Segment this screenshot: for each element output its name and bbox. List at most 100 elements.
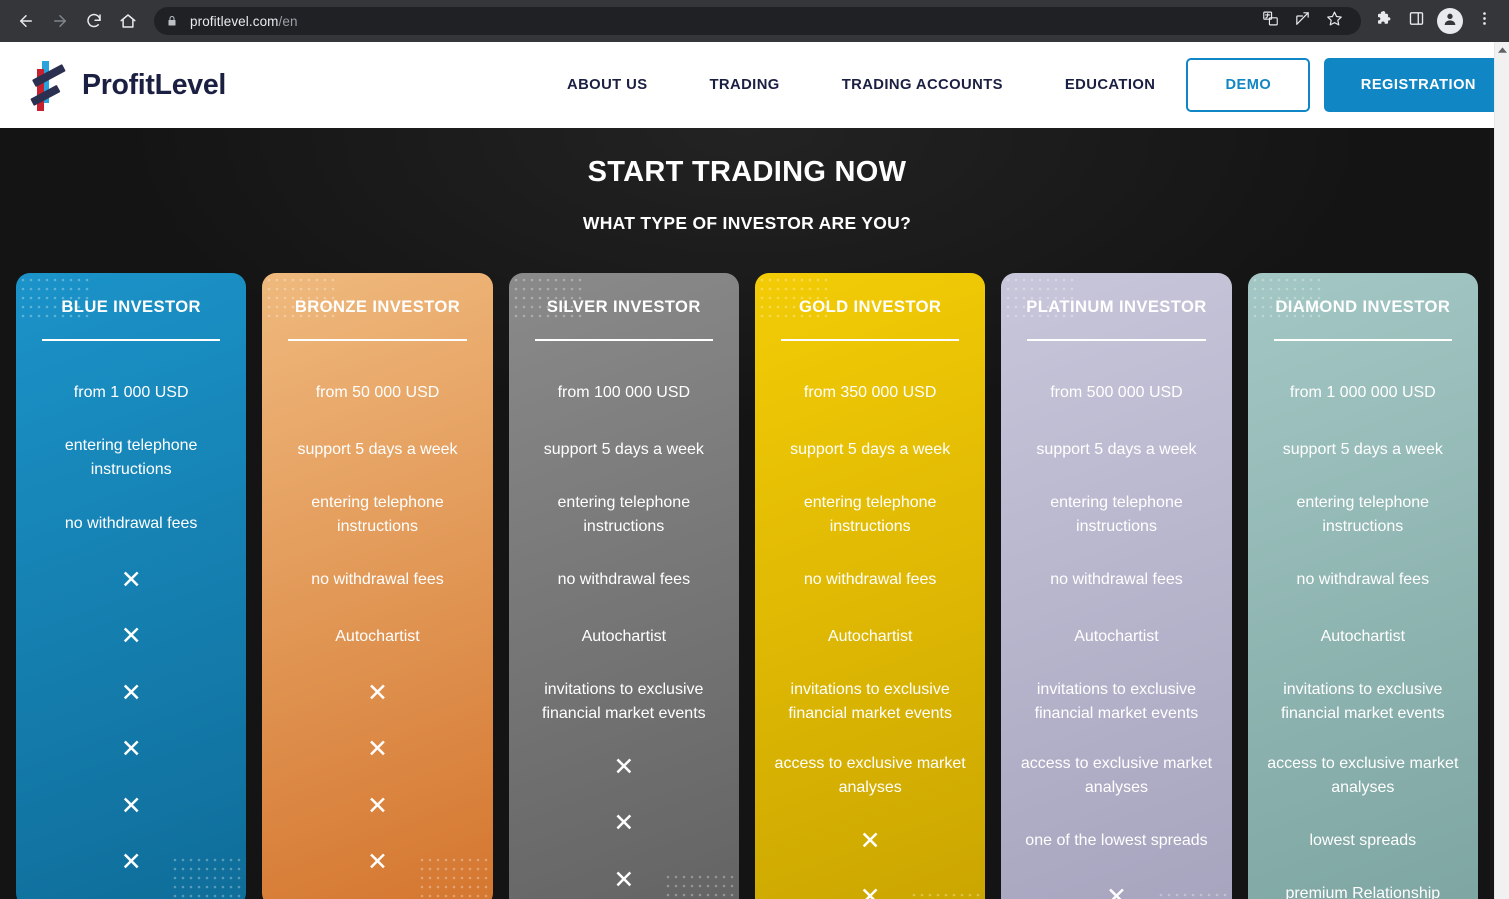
feature-item: access to exclusive market analyses bbox=[774, 754, 966, 796]
feature-item: entering telephone instructions bbox=[1050, 493, 1183, 535]
feature-item: Autochartist bbox=[335, 627, 420, 645]
feature-item: no withdrawal fees bbox=[64, 514, 198, 532]
home-button[interactable] bbox=[112, 5, 144, 37]
feature-unavailable: ✕ bbox=[30, 834, 232, 891]
reload-icon bbox=[85, 12, 103, 30]
nav-item-trading[interactable]: TRADING bbox=[678, 77, 810, 93]
feature-item: invitations to exclusive financial marke… bbox=[788, 680, 952, 722]
feature-item: from 1 000 000 USD bbox=[1289, 384, 1436, 402]
feature-list: from 50 000 USD support 5 days a week ente… bbox=[276, 365, 478, 891]
cross-icon: ✕ bbox=[120, 848, 142, 877]
url-domain: profitlevel.com bbox=[190, 13, 279, 29]
pricing-card-silver[interactable]: SILVER INVESTOR from 100 000 USD support 5… bbox=[508, 273, 739, 899]
cross-icon: ✕ bbox=[613, 809, 635, 838]
demo-button[interactable]: DEMO bbox=[1186, 58, 1311, 112]
pricing-card-blue[interactable]: BLUE INVESTOR from 1 000 USD entering tele… bbox=[16, 273, 247, 899]
feature-item: invitations to exclusive financial marke… bbox=[1034, 680, 1199, 722]
cross-icon: ✕ bbox=[1106, 883, 1127, 899]
browser-viewport: ProfitLevel ABOUT US TRADING TRADING ACC… bbox=[0, 42, 1509, 899]
feature-unavailable: ✕ bbox=[523, 795, 725, 852]
feature-unavailable: ✕ bbox=[769, 813, 971, 870]
feature-item: no withdrawal fees bbox=[557, 571, 691, 589]
side-panel-button[interactable] bbox=[1401, 6, 1431, 36]
feature-item: no withdrawal fees bbox=[803, 571, 937, 589]
home-icon bbox=[119, 12, 137, 30]
back-button[interactable] bbox=[10, 5, 42, 37]
feature-item: entering telephone instructions bbox=[64, 437, 198, 479]
cross-icon: ✕ bbox=[859, 826, 881, 855]
pricing-card-wrapper: PLATINUM INVESTOR from 500 000 USD support… bbox=[993, 273, 1239, 899]
feature-unavailable: ✕ bbox=[276, 778, 478, 835]
cross-icon: ✕ bbox=[367, 735, 388, 764]
registration-button[interactable]: REGISTRATION bbox=[1324, 58, 1494, 112]
star-icon bbox=[1326, 10, 1343, 32]
cross-icon: ✕ bbox=[120, 622, 142, 651]
browser-right-actions bbox=[1369, 6, 1499, 36]
forward-button[interactable] bbox=[44, 5, 76, 37]
feature-item: invitations to exclusive financial marke… bbox=[1280, 680, 1445, 722]
nav-item-about-us[interactable]: ABOUT US bbox=[536, 77, 678, 93]
pricing-card-diamond[interactable]: DIAMOND INVESTOR from 1 000 000 USD suppor… bbox=[1247, 273, 1478, 899]
lock-icon bbox=[166, 14, 178, 28]
three-dot-menu-icon bbox=[1476, 10, 1493, 32]
scrollbar-up-arrow[interactable] bbox=[1495, 42, 1509, 58]
cross-icon: ✕ bbox=[367, 848, 388, 877]
pricing-card-platinum[interactable]: PLATINUM INVESTOR from 500 000 USD support… bbox=[1001, 273, 1232, 899]
share-button[interactable] bbox=[1287, 6, 1317, 36]
feature-item: entering telephone instructions bbox=[1296, 493, 1430, 535]
extensions-button[interactable] bbox=[1369, 6, 1399, 36]
feature-unavailable: ✕ bbox=[1015, 869, 1217, 899]
site-header: ProfitLevel ABOUT US TRADING TRADING ACC… bbox=[0, 42, 1494, 128]
translate-button[interactable] bbox=[1255, 6, 1285, 36]
nav-item-trading-accounts[interactable]: TRADING ACCOUNTS bbox=[811, 77, 1034, 93]
puzzle-icon bbox=[1375, 10, 1393, 33]
page-subtitle: WHAT TYPE OF INVESTOR ARE YOU? bbox=[582, 213, 912, 233]
feature-list: from 500 000 USD support 5 days a week ent… bbox=[1015, 365, 1217, 899]
forward-arrow-icon bbox=[51, 12, 69, 30]
url-path: /en bbox=[278, 13, 298, 29]
address-bar[interactable]: profitlevel.com/en bbox=[154, 7, 1361, 35]
reload-button[interactable] bbox=[78, 5, 110, 37]
feature-item: from 350 000 USD bbox=[803, 384, 937, 402]
feature-item: no withdrawal fees bbox=[1050, 571, 1183, 589]
pricing-section: START TRADING NOW WHAT TYPE OF INVESTOR … bbox=[0, 128, 1494, 899]
feature-item: premium Relationship Manager bbox=[1285, 885, 1441, 899]
site-logo[interactable]: ProfitLevel bbox=[28, 59, 226, 111]
feature-item: support 5 days a week bbox=[297, 440, 458, 458]
pricing-card-wrapper: GOLD INVESTOR from 350 000 USD support 5 d… bbox=[747, 273, 993, 899]
cross-icon: ✕ bbox=[120, 565, 142, 594]
cross-icon: ✕ bbox=[120, 735, 142, 764]
pricing-card-gold[interactable]: GOLD INVESTOR from 350 000 USD support 5 d… bbox=[754, 273, 986, 899]
feature-item: support 5 days a week bbox=[1036, 440, 1197, 458]
nav-item-education[interactable]: EDUCATION bbox=[1034, 77, 1186, 93]
feature-item: access to exclusive market analyses bbox=[1267, 754, 1459, 796]
feature-list: from 1 000 000 USD support 5 days a week e… bbox=[1262, 365, 1464, 899]
pricing-card-title: BRONZE INVESTOR bbox=[294, 297, 461, 316]
browser-menu-button[interactable] bbox=[1469, 6, 1499, 36]
feature-unavailable: ✕ bbox=[276, 721, 478, 778]
profile-avatar-icon bbox=[1442, 11, 1458, 32]
omnibox-actions bbox=[1247, 6, 1349, 36]
pricing-card-wrapper: BRONZE INVESTOR from 50 000 USD support 5 … bbox=[254, 273, 500, 899]
feature-item: one of the lowest spreads bbox=[1025, 832, 1208, 850]
feature-item: invitations to exclusive financial marke… bbox=[542, 680, 706, 722]
page-title: START TRADING NOW bbox=[587, 156, 907, 188]
main-navigation: ABOUT US TRADING TRADING ACCOUNTS EDUCAT… bbox=[536, 77, 1186, 93]
page-scrollbar[interactable] bbox=[1494, 42, 1509, 899]
feature-item: from 50 000 USD bbox=[315, 384, 440, 402]
feature-item: Autochartist bbox=[1074, 627, 1159, 645]
feature-unavailable: ✕ bbox=[30, 552, 232, 609]
pricing-card-bronze[interactable]: BRONZE INVESTOR from 50 000 USD support 5 … bbox=[262, 273, 493, 899]
cross-icon: ✕ bbox=[613, 865, 635, 894]
bookmark-button[interactable] bbox=[1319, 6, 1349, 36]
card-divider bbox=[780, 338, 960, 341]
cross-icon: ✕ bbox=[367, 791, 388, 820]
feature-unavailable: ✕ bbox=[30, 778, 232, 835]
pricing-card-title: BLUE INVESTOR bbox=[61, 297, 201, 316]
cross-icon: ✕ bbox=[613, 752, 635, 781]
feature-item: support 5 days a week bbox=[790, 440, 951, 458]
profile-button[interactable] bbox=[1437, 8, 1463, 34]
cross-icon: ✕ bbox=[367, 678, 388, 707]
feature-item: support 5 days a week bbox=[1282, 440, 1443, 458]
card-divider bbox=[288, 338, 467, 341]
